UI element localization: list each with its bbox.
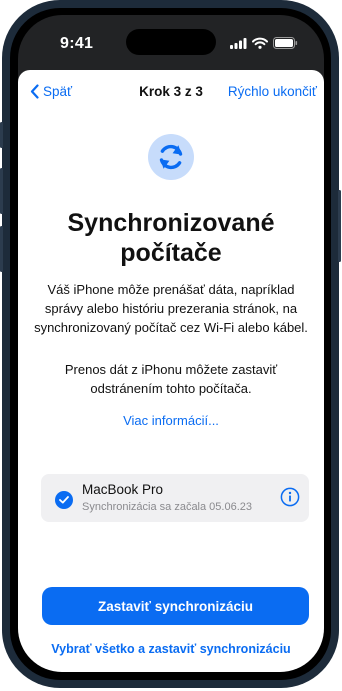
stop-sync-button[interactable]: Zastaviť synchronizáciu: [42, 587, 309, 625]
status-icons: [230, 37, 298, 49]
page-title: Synchronizované počítače: [18, 208, 324, 268]
device-row[interactable]: MacBook Pro Synchronizácia sa začala 05.…: [41, 474, 309, 522]
page-title-line-1: Synchronizované: [67, 209, 275, 237]
power-button: [338, 190, 341, 262]
cellular-signal-icon: [230, 37, 247, 49]
quick-exit-button[interactable]: Rýchlo ukončiť: [228, 84, 317, 99]
status-bar: 9:41: [18, 15, 324, 63]
checkmark-icon[interactable]: [55, 491, 73, 509]
description: Váš iPhone môže prenášať dáta, napríklad…: [34, 282, 308, 335]
onboarding-sheet: Späť Krok 3 z 3 Rýchlo ukončiť Synchroni…: [18, 70, 324, 672]
device-name: MacBook Pro: [82, 482, 164, 497]
page-title-line-2: počítače: [120, 239, 222, 267]
sync-icon: [148, 134, 194, 180]
dynamic-island: [126, 29, 216, 55]
action-button: [0, 122, 3, 148]
select-all-stop-sync-link[interactable]: Vybrať všetko a zastaviť synchronizáciu: [18, 642, 324, 656]
volume-down-button: [0, 226, 3, 272]
more-info-link[interactable]: Viac informácií...: [18, 413, 324, 428]
status-time: 9:41: [60, 35, 94, 52]
info-icon[interactable]: [280, 487, 300, 507]
screen: 9:41 Späť Krok 3 z 3 Rýchlo ukončiť Sync…: [18, 15, 324, 672]
description-stop: Prenos dát z iPhonu môžete zastaviť odst…: [64, 362, 278, 396]
volume-up-button: [0, 168, 3, 214]
device-sync-status: Synchronizácia sa začala 05.06.23: [82, 501, 252, 513]
battery-icon: [273, 37, 298, 49]
wifi-icon: [252, 37, 268, 49]
